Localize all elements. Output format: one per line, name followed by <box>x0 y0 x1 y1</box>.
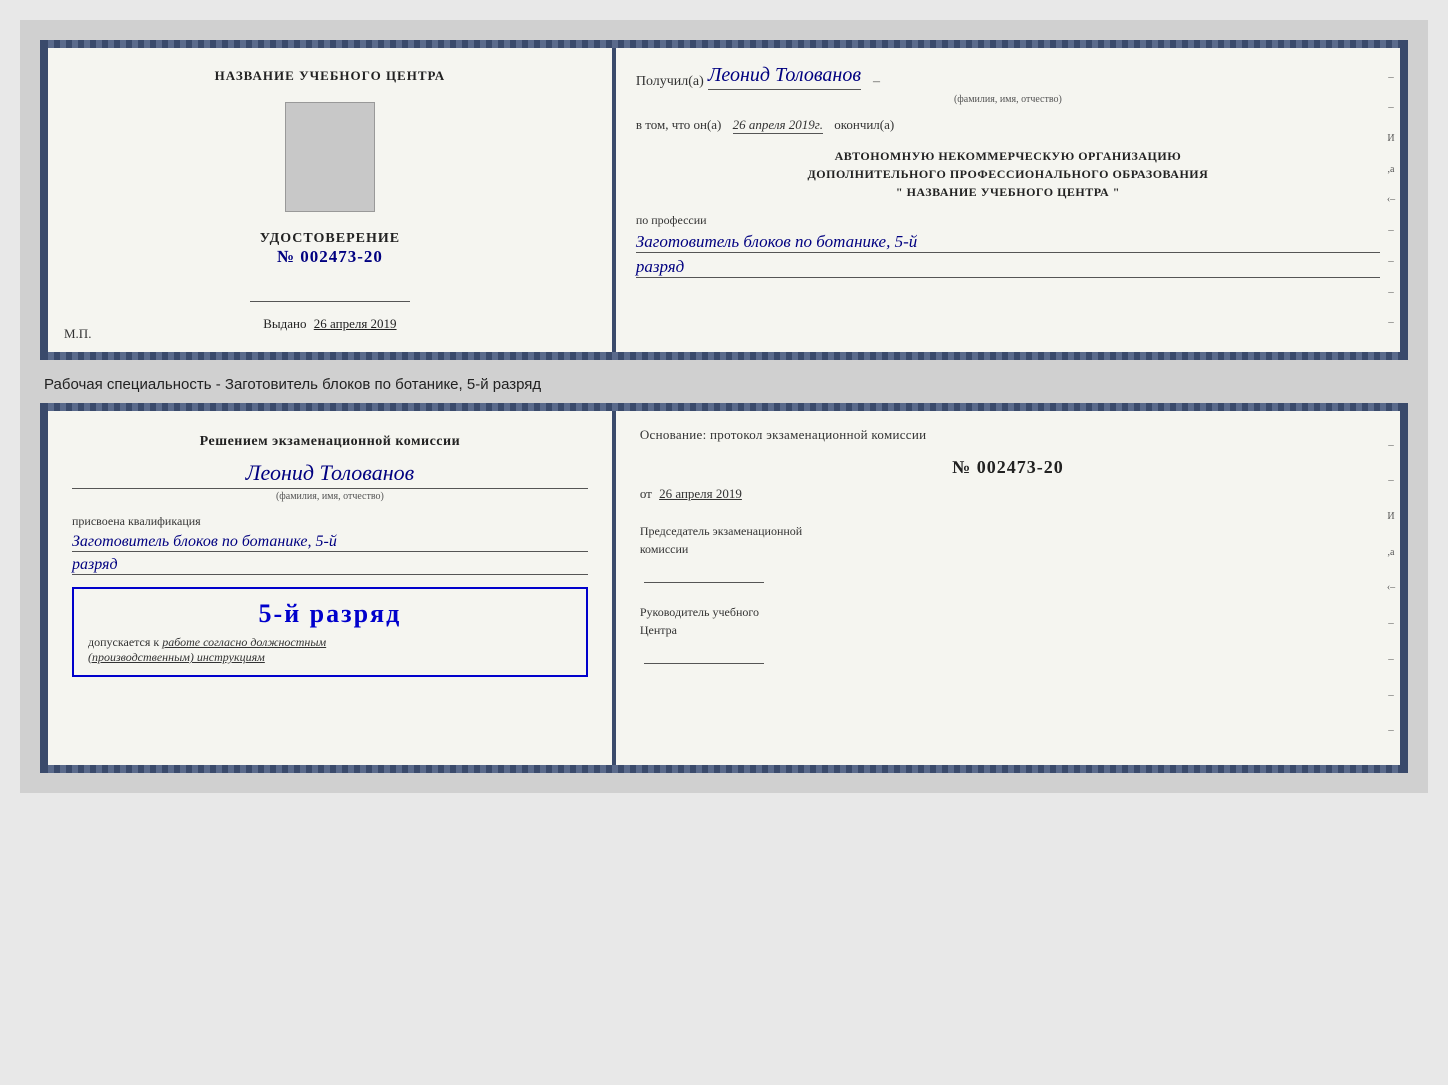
decision-text: Решением экзаменационной комиссии <box>72 431 588 452</box>
top-cert-left: НАЗВАНИЕ УЧЕБНОГО ЦЕНТРА УДОСТОВЕРЕНИЕ №… <box>48 48 616 352</box>
profession-value: Заготовитель блоков по ботанике, 5-й <box>636 232 1380 253</box>
right-side-deco-bottom: – – И ,а ‹– – – – – <box>1382 411 1400 765</box>
date-prefix: в том, что он(а) <box>636 117 722 132</box>
cert-number-label: УДОСТОВЕРЕНИЕ <box>260 231 400 247</box>
qualification-value: Заготовитель блоков по ботанике, 5-й <box>72 533 588 552</box>
mp-label: М.П. <box>64 326 91 342</box>
chairman-block: Председатель экзаменационной комиссии <box>640 522 1376 583</box>
chairman-label2: комиссии <box>640 540 1376 558</box>
head-signature <box>644 645 764 664</box>
cert-number-block: УДОСТОВЕРЕНИЕ № 002473-20 <box>260 231 400 267</box>
ot-label: от <box>640 486 652 501</box>
received-label: Получил(а) <box>636 74 704 90</box>
stamp-dopusk: допускается к работе согласно должностны… <box>88 635 572 665</box>
person-name-bottom: Леонид Толованов <box>72 460 588 489</box>
page-background: НАЗВАНИЕ УЧЕБНОГО ЦЕНТРА УДОСТОВЕРЕНИЕ №… <box>20 20 1428 793</box>
date-value: 26 апреля 2019г. <box>733 117 823 134</box>
osnov-label: Основание: протокол экзаменационной коми… <box>640 427 1376 443</box>
razryad-bottom: разряд <box>72 556 588 575</box>
photo-placeholder <box>285 102 375 212</box>
right-side-decoration: – – И ,а ‹– – – – – <box>1382 48 1400 352</box>
org-line2: ДОПОЛНИТЕЛЬНОГО ПРОФЕССИОНАЛЬНОГО ОБРАЗО… <box>636 165 1380 183</box>
chairman-sig-line <box>640 564 1376 583</box>
profession-label: по профессии <box>636 213 707 227</box>
ot-date-value: 26 апреля 2019 <box>659 486 742 501</box>
ot-date: от 26 апреля 2019 <box>640 486 1376 502</box>
date-line: в том, что он(а) 26 апреля 2019г. окончи… <box>636 117 1380 133</box>
head-sig-line <box>640 645 1376 664</box>
stamp-box: 5-й разряд допускается к работе согласно… <box>72 587 588 677</box>
head-label1: Руководитель учебного <box>640 603 1376 621</box>
person-subtext-bottom: (фамилия, имя, отчество) <box>72 491 588 502</box>
chairman-signature <box>644 564 764 583</box>
specialty-label: Рабочая специальность - Заготовитель бло… <box>44 376 1404 393</box>
issued-line: Выдано 26 апреля 2019 <box>263 316 396 332</box>
bottom-cert-left: Решением экзаменационной комиссии Леонид… <box>48 411 616 765</box>
recipient-name: Леонид Толованов <box>708 64 861 90</box>
recipient-subtext: (фамилия, имя, отчество) <box>636 94 1380 105</box>
issued-date: 26 апреля 2019 <box>314 316 397 331</box>
head-block: Руководитель учебного Центра <box>640 603 1376 664</box>
bottom-cert-right: Основание: протокол экзаменационной коми… <box>616 411 1400 765</box>
qualification-label: присвоена квалификация <box>72 514 588 529</box>
date-suffix: окончил(а) <box>834 117 894 132</box>
cert-number-value: № 002473-20 <box>260 247 400 267</box>
chairman-label: Председатель экзаменационной <box>640 522 1376 540</box>
dopusk-italic2: (производственным) инструкциям <box>88 650 265 664</box>
org-line1: АВТОНОМНУЮ НЕКОММЕРЧЕСКУЮ ОРГАНИЗАЦИЮ <box>636 147 1380 165</box>
issued-label: Выдано <box>263 316 306 331</box>
signature-line-left <box>250 283 410 302</box>
bottom-certificate-card: Решением экзаменационной комиссии Леонид… <box>40 403 1408 773</box>
dopusk-italic: работе согласно должностным <box>162 635 326 649</box>
profession-block: по профессии Заготовитель блоков по бота… <box>636 213 1380 278</box>
top-cert-right: Получил(а) Леонид Толованов – (фамилия, … <box>616 48 1400 352</box>
recipient-line: Получил(а) Леонид Толованов – <box>636 64 1380 90</box>
recipient-dash: – <box>873 74 880 90</box>
protocol-number: № 002473-20 <box>640 457 1376 478</box>
head-label2: Центра <box>640 621 1376 639</box>
top-cert-title: НАЗВАНИЕ УЧЕБНОГО ЦЕНТРА <box>215 68 446 84</box>
org-block: АВТОНОМНУЮ НЕКОММЕРЧЕСКУЮ ОРГАНИЗАЦИЮ ДО… <box>636 147 1380 201</box>
dopusk-prefix: допускается к <box>88 635 159 649</box>
stamp-razryad: 5-й разряд <box>88 599 572 629</box>
org-line3: " НАЗВАНИЕ УЧЕБНОГО ЦЕНТРА " <box>636 183 1380 201</box>
razryad-value: разряд <box>636 257 1380 278</box>
top-certificate-card: НАЗВАНИЕ УЧЕБНОГО ЦЕНТРА УДОСТОВЕРЕНИЕ №… <box>40 40 1408 360</box>
